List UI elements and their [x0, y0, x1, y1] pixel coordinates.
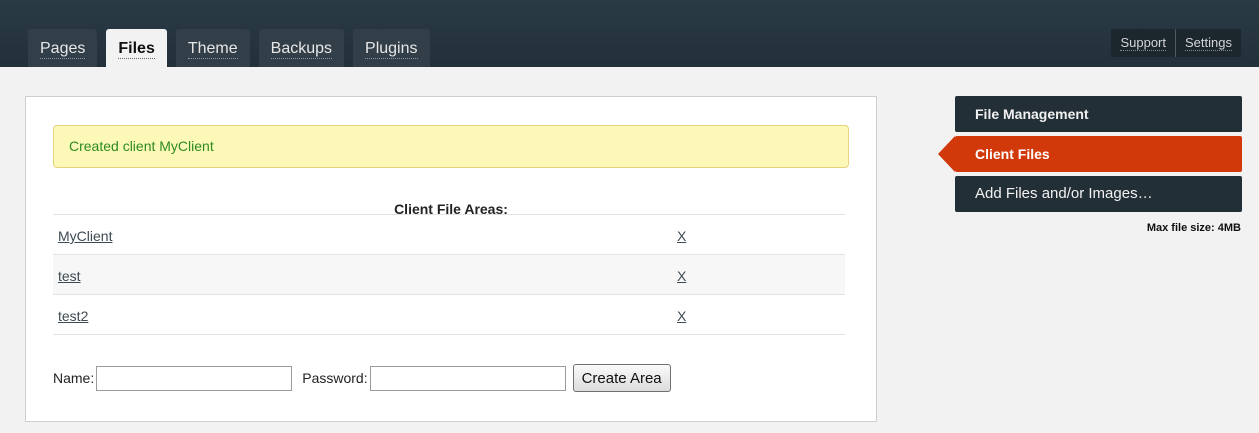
- main-tabs: Pages Files Theme Backups Plugins: [28, 29, 430, 67]
- sidebar-item-client-files[interactable]: Client Files: [938, 136, 1242, 172]
- tab-files[interactable]: Files: [106, 29, 167, 67]
- delete-area-link[interactable]: X: [677, 268, 686, 284]
- client-files-panel: Created client MyClient Client File Area…: [25, 96, 877, 422]
- sidebar-item-file-management[interactable]: File Management: [955, 96, 1242, 132]
- success-notice: Created client MyClient: [53, 125, 849, 168]
- table-row: test2 X: [53, 295, 845, 335]
- client-area-link[interactable]: test2: [58, 308, 88, 324]
- utility-links: Support Settings: [1111, 29, 1241, 57]
- tab-backups-label: Backups: [270, 40, 333, 59]
- tab-theme-label: Theme: [187, 40, 238, 59]
- password-label: Password:: [302, 370, 368, 386]
- client-area-link[interactable]: test: [58, 268, 81, 284]
- create-area-form: Name: Password: Create Area: [53, 364, 671, 392]
- tab-plugins[interactable]: Plugins: [353, 29, 430, 67]
- sidebar-item-add-files[interactable]: Add Files and/or Images…: [955, 176, 1242, 212]
- settings-label: Settings: [1185, 35, 1232, 51]
- support-label: Support: [1120, 35, 1167, 51]
- max-file-size-value: 4MB: [1217, 222, 1241, 234]
- tab-plugins-label: Plugins: [365, 40, 418, 59]
- tab-pages-label: Pages: [40, 40, 86, 59]
- settings-button[interactable]: Settings: [1175, 29, 1241, 57]
- name-label: Name:: [53, 370, 95, 386]
- client-file-areas-table: MyClient X test X test2 X: [53, 214, 845, 335]
- delete-area-link[interactable]: X: [677, 228, 686, 244]
- name-input[interactable]: [96, 365, 293, 391]
- table-row: MyClient X: [53, 215, 845, 255]
- client-area-link[interactable]: MyClient: [58, 228, 112, 244]
- max-file-size-label: Max file size:: [1146, 222, 1218, 234]
- support-button[interactable]: Support: [1111, 29, 1176, 57]
- delete-area-link[interactable]: X: [677, 308, 686, 324]
- table-row: test X: [53, 255, 845, 295]
- tab-pages[interactable]: Pages: [28, 29, 98, 67]
- password-input[interactable]: [369, 365, 566, 391]
- sidebar: File Management Client Files Add Files a…: [938, 96, 1242, 234]
- create-area-button[interactable]: Create Area: [572, 364, 671, 392]
- top-navigation-bar: Pages Files Theme Backups Plugins Suppor…: [0, 0, 1259, 67]
- tab-theme[interactable]: Theme: [175, 29, 250, 67]
- max-file-size: Max file size: 4MB: [955, 222, 1242, 234]
- tab-backups[interactable]: Backups: [258, 29, 345, 67]
- tab-files-label: Files: [118, 40, 155, 59]
